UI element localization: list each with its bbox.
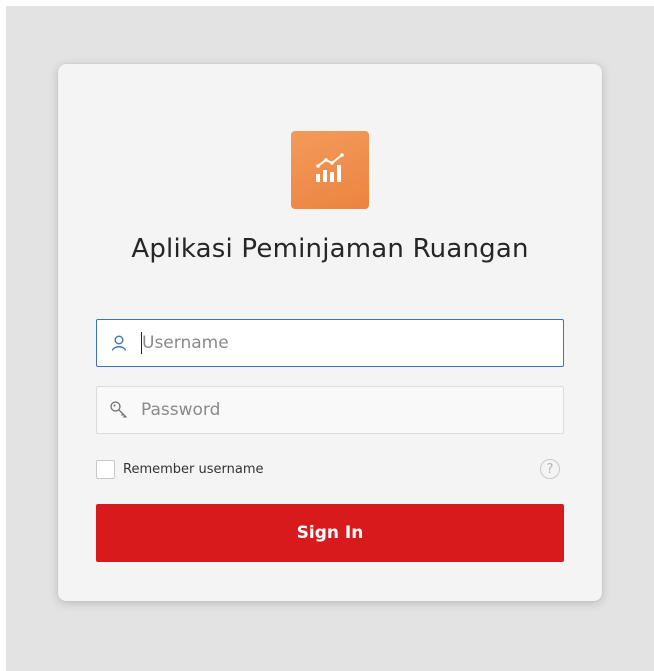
app-title: Aplikasi Peminjaman Ruangan (131, 234, 529, 264)
remember-row: Remember username ? (96, 458, 564, 480)
chart-bars-icon (310, 148, 350, 193)
sign-in-button[interactable]: Sign In (96, 504, 564, 562)
login-card: Aplikasi Peminjaman Ruangan Remember use… (58, 64, 602, 601)
key-icon (97, 387, 141, 433)
password-input[interactable] (141, 387, 563, 433)
username-input[interactable] (142, 320, 563, 366)
password-field[interactable] (96, 386, 564, 434)
remember-checkbox[interactable] (96, 459, 115, 479)
remember-label[interactable]: Remember username (123, 462, 264, 477)
help-icon[interactable]: ? (540, 459, 560, 479)
app-logo (291, 131, 369, 209)
username-field[interactable] (96, 319, 564, 367)
user-icon (97, 320, 141, 366)
